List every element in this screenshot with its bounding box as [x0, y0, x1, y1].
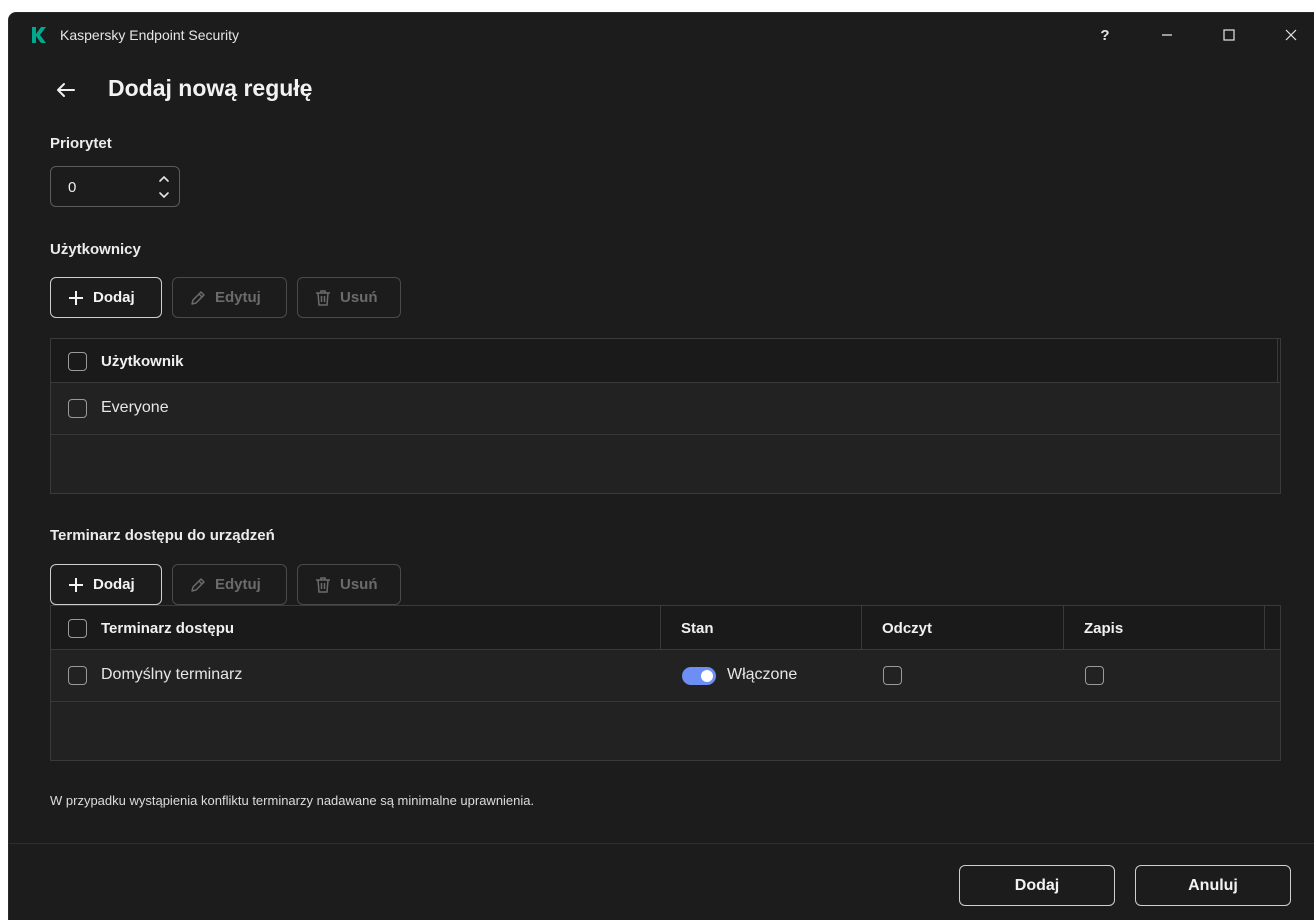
chevron-up-icon[interactable]	[157, 173, 171, 185]
users-table: Użytkownik Everyone	[50, 338, 1281, 494]
column-divider	[1277, 339, 1278, 383]
trash-icon	[316, 289, 330, 306]
schedules-section-label: Terminarz dostępu do urządzeń	[50, 527, 275, 544]
maximize-button[interactable]	[1209, 21, 1249, 49]
write-checkbox[interactable]	[1085, 666, 1104, 685]
priority-label: Priorytet	[50, 135, 112, 152]
users-delete-button[interactable]: Usuń	[297, 277, 401, 318]
schedule-name: Domyślny terminarz	[101, 666, 243, 683]
column-divider	[1264, 606, 1265, 650]
schedules-delete-button[interactable]: Usuń	[297, 564, 401, 605]
schedules-add-label: Dodaj	[93, 576, 135, 593]
table-row[interactable]: Domyślny terminarz Włączone	[51, 650, 1280, 702]
priority-stepper[interactable]: 0	[50, 166, 180, 207]
schedules-delete-label: Usuń	[340, 576, 378, 593]
users-edit-button[interactable]: Edytuj	[172, 277, 287, 318]
minimize-button[interactable]	[1147, 21, 1187, 49]
toggle-knob	[701, 670, 713, 682]
users-delete-label: Usuń	[340, 289, 378, 306]
users-add-label: Dodaj	[93, 289, 135, 306]
column-header-state[interactable]: Stan	[681, 620, 714, 637]
user-name: Everyone	[101, 399, 169, 416]
arrow-left-icon	[57, 83, 75, 97]
users-section-label: Użytkownicy	[50, 241, 141, 258]
confirm-add-button[interactable]: Dodaj	[959, 865, 1115, 906]
state-label: Włączone	[727, 666, 798, 683]
trash-icon	[316, 576, 330, 593]
maximize-icon	[1223, 29, 1235, 41]
read-checkbox[interactable]	[883, 666, 902, 685]
window-title: Kaspersky Endpoint Security	[60, 27, 239, 43]
users-add-button[interactable]: Dodaj	[50, 277, 162, 318]
row-checkbox[interactable]	[68, 666, 87, 685]
state-toggle[interactable]	[682, 667, 716, 685]
schedules-table-header: Terminarz dostępu Stan Odczyt Zapis	[51, 606, 1280, 650]
column-divider	[660, 606, 661, 650]
help-icon: ?	[1100, 26, 1110, 44]
close-icon	[1285, 29, 1297, 41]
close-button[interactable]	[1271, 21, 1311, 49]
column-header-write[interactable]: Zapis	[1084, 620, 1123, 637]
help-button[interactable]: ?	[1085, 21, 1125, 49]
plus-icon	[69, 290, 83, 305]
column-header-user[interactable]: Użytkownik	[101, 353, 184, 370]
users-table-header: Użytkownik	[51, 339, 1280, 383]
column-divider	[861, 606, 862, 650]
row-checkbox[interactable]	[68, 399, 87, 418]
dialog-footer: Dodaj Anuluj	[9, 843, 1314, 920]
schedules-add-button[interactable]: Dodaj	[50, 564, 162, 605]
cancel-button[interactable]: Anuluj	[1135, 865, 1291, 906]
back-button[interactable]	[53, 77, 79, 103]
users-edit-label: Edytuj	[215, 289, 261, 306]
page-title: Dodaj nową regułę	[108, 75, 313, 101]
column-divider	[1063, 606, 1064, 650]
schedules-table: Terminarz dostępu Stan Odczyt Zapis Domy…	[50, 605, 1281, 761]
schedules-select-all-checkbox[interactable]	[68, 619, 87, 638]
pencil-icon	[191, 577, 205, 592]
confirm-add-label: Dodaj	[1014, 876, 1060, 894]
cancel-label: Anuluj	[1188, 876, 1238, 894]
priority-value[interactable]: 0	[68, 179, 76, 196]
schedules-edit-button[interactable]: Edytuj	[172, 564, 287, 605]
title-bar: Kaspersky Endpoint Security ?	[9, 13, 1314, 57]
users-select-all-checkbox[interactable]	[68, 352, 87, 371]
minimize-icon	[1162, 34, 1172, 36]
table-row[interactable]: Everyone	[51, 383, 1280, 435]
chevron-down-icon[interactable]	[157, 189, 171, 201]
column-header-schedule[interactable]: Terminarz dostępu	[101, 620, 234, 637]
plus-icon	[69, 577, 83, 592]
kaspersky-logo-icon	[32, 27, 46, 43]
conflict-info-text: W przypadku wystąpienia konfliktu termin…	[50, 793, 535, 808]
app-window: Kaspersky Endpoint Security ? Dodaj nową…	[8, 12, 1314, 920]
schedules-edit-label: Edytuj	[215, 576, 261, 593]
pencil-icon	[191, 290, 205, 305]
column-header-read[interactable]: Odczyt	[882, 620, 932, 637]
